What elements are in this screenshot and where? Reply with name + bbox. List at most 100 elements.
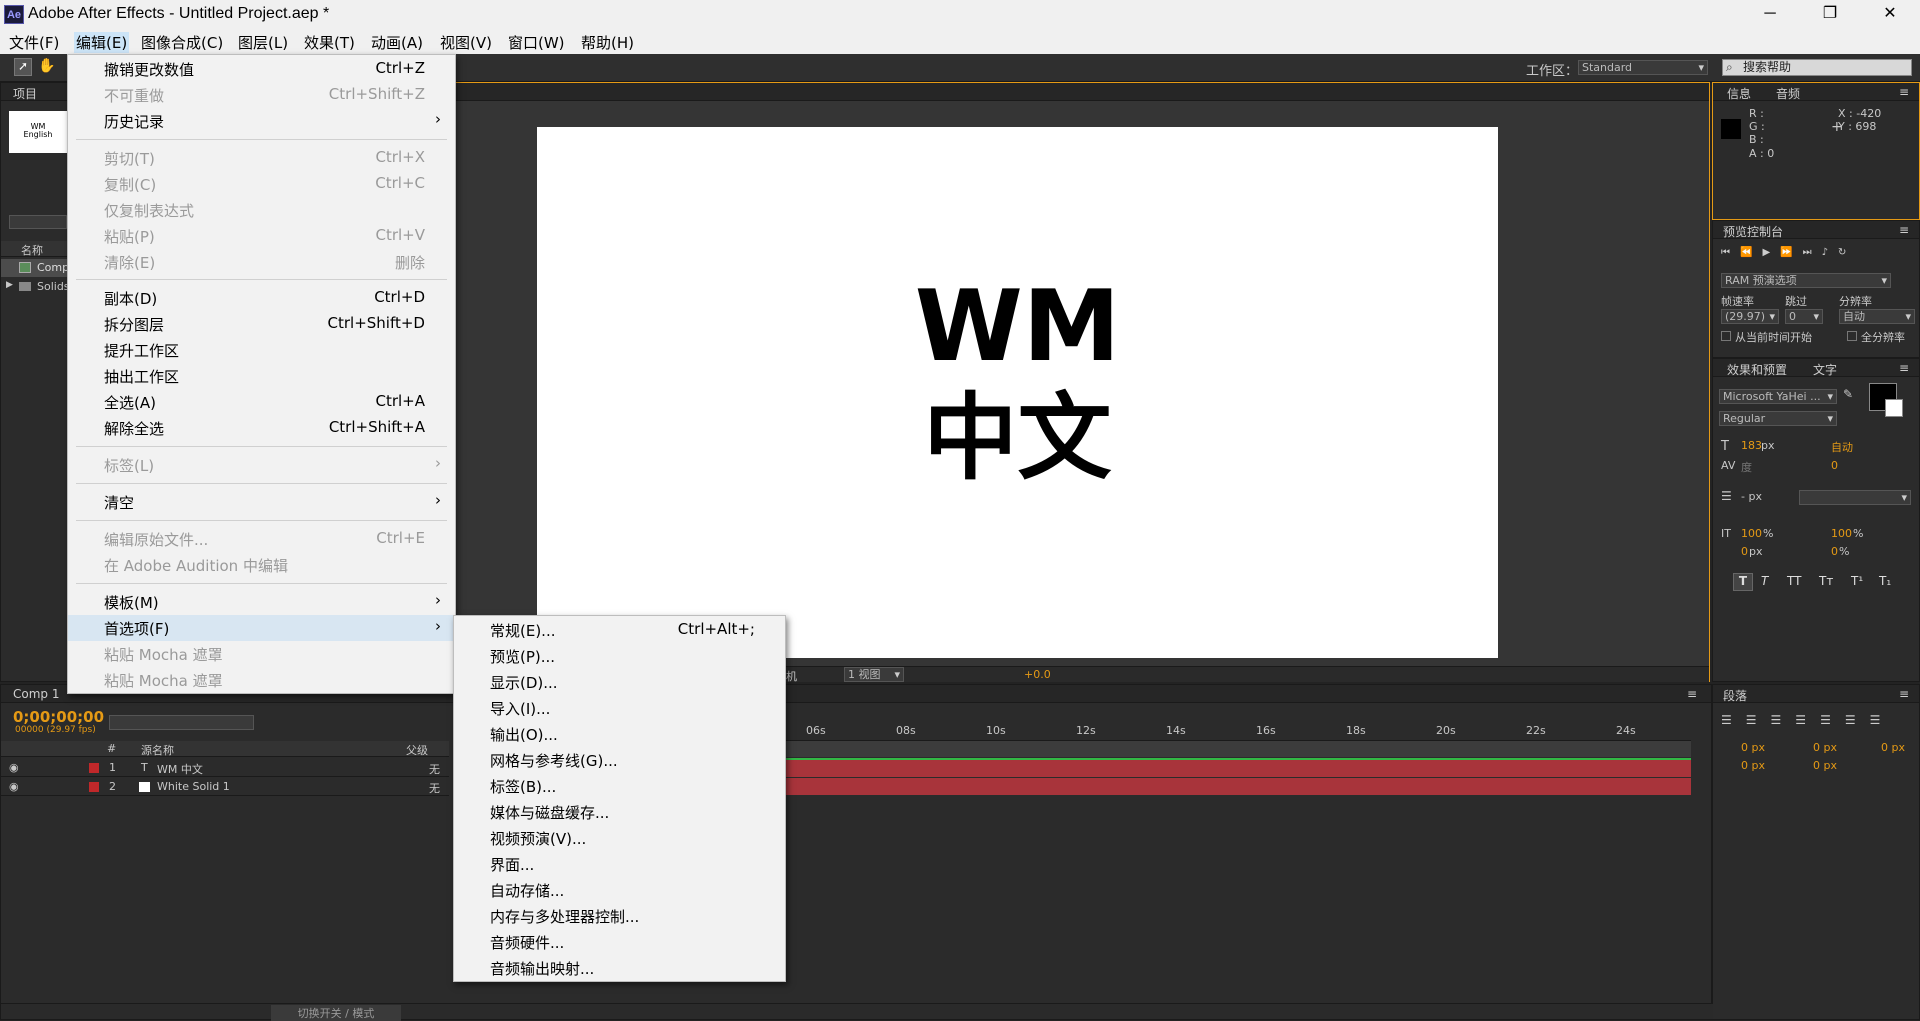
vertical-scale-value[interactable]: 100 (1741, 527, 1762, 540)
skip-select[interactable]: 0 (1785, 309, 1823, 324)
menu-animation[interactable]: 动画(A) (371, 32, 423, 53)
column-parent[interactable]: 父级 (406, 742, 428, 758)
ram-preview-options-select[interactable]: RAM 预演选项 (1721, 273, 1891, 288)
menu-item-pref-display[interactable]: 显示(D)... (454, 669, 785, 695)
justify-center-icon[interactable]: ☰ (1820, 713, 1845, 727)
font-family-select[interactable]: Microsoft YaHei ... (1719, 389, 1837, 404)
faux-italic-button[interactable]: T (1761, 574, 1768, 588)
menu-item-label[interactable]: 标签(L) › (68, 452, 455, 478)
justify-all-icon[interactable]: ☰ (1870, 713, 1895, 727)
loop-icon[interactable]: ↻ (1838, 247, 1856, 258)
tab-info[interactable]: 信息 (1727, 85, 1751, 102)
menu-item-preferences[interactable]: 首选项(F) › (68, 615, 455, 641)
menu-item-edit-in-audition[interactable]: 在 Adobe Audition 中编辑 (68, 552, 455, 578)
tracking-value[interactable]: 0 (1831, 459, 1838, 472)
tab-comp1[interactable]: Comp 1 (13, 687, 59, 701)
layer-parent[interactable]: 无 (429, 761, 440, 777)
menu-item-paste[interactable]: 粘贴(P) Ctrl+V (68, 223, 455, 249)
menu-item-clear[interactable]: 清除(E) 删除 (68, 249, 455, 275)
indent-left-value[interactable]: 0 px (1741, 741, 1765, 754)
layer-parent[interactable]: 无 (429, 780, 440, 796)
menu-item-pref-memory[interactable]: 内存与多处理器控制... (454, 903, 785, 929)
menu-item-pref-appearance[interactable]: 界面... (454, 851, 785, 877)
project-search-input[interactable] (9, 215, 67, 229)
menu-item-purge[interactable]: 清空 › (68, 489, 455, 515)
tab-effects-presets[interactable]: 效果和预置 (1727, 361, 1787, 378)
tab-audio[interactable]: 音频 (1776, 85, 1800, 102)
space-before-value[interactable]: 0 px (1741, 759, 1765, 772)
superscript-button[interactable]: T¹ (1851, 574, 1863, 588)
menu-file[interactable]: 文件(F) (9, 32, 59, 53)
time-ruler[interactable]: 06s 08s 10s 12s 14s 16s 18s 20s 22s 24s (786, 721, 1691, 741)
close-button[interactable]: ✕ (1860, 0, 1920, 29)
menu-item-lift-work-area[interactable]: 提升工作区 (68, 337, 455, 363)
justify-left-icon[interactable]: ☰ (1795, 713, 1820, 727)
menu-item-extract-work-area[interactable]: 抽出工作区 (68, 363, 455, 389)
menu-item-pref-video-preview[interactable]: 视频预演(V)... (454, 825, 785, 851)
next-frame-icon[interactable]: ⏩ (1780, 247, 1802, 258)
first-line-indent-value[interactable]: 0 px (1881, 741, 1905, 754)
layer-label-color[interactable] (89, 782, 99, 792)
stroke-width-value[interactable]: - px (1741, 490, 1762, 503)
menu-item-pref-auto-save[interactable]: 自动存储... (454, 877, 785, 903)
menu-composition[interactable]: 图像合成(C) (141, 32, 223, 53)
leading-value[interactable]: 自动 (1831, 439, 1853, 455)
eyedropper-icon[interactable]: ✎ (1843, 387, 1853, 401)
justify-right-icon[interactable]: ☰ (1845, 713, 1870, 727)
menu-item-history[interactable]: 历史记录 › (68, 108, 455, 134)
menu-item-pref-labels[interactable]: 标签(B)... (454, 773, 785, 799)
minimize-button[interactable]: ─ (1740, 0, 1800, 29)
menu-item-pref-import[interactable]: 导入(I)... (454, 695, 785, 721)
align-right-icon[interactable]: ☰ (1771, 713, 1796, 727)
menu-item-pref-audio-hardware[interactable]: 音频硬件... (454, 929, 785, 955)
menu-item-paste-mocha-mask[interactable]: 粘贴 Mocha 遮罩 (68, 641, 455, 667)
menu-item-split-layer[interactable]: 拆分图层 Ctrl+Shift+D (68, 311, 455, 337)
tab-text[interactable]: 文字 (1813, 361, 1837, 378)
menu-item-pref-media-cache[interactable]: 媒体与磁盘缓存... (454, 799, 785, 825)
panel-menu-icon[interactable]: ≡ (1899, 361, 1909, 375)
menu-item-deselect-all[interactable]: 解除全选 Ctrl+Shift+A (68, 415, 455, 441)
menu-item-edit-original[interactable]: 编辑原始文件... Ctrl+E (68, 526, 455, 552)
faux-bold-button[interactable]: T (1733, 573, 1753, 591)
menu-item-redo[interactable]: 不可重做 Ctrl+Shift+Z (68, 82, 455, 108)
menu-item-select-all[interactable]: 全选(A) Ctrl+A (68, 389, 455, 415)
workspace-select[interactable]: Standard (1578, 60, 1708, 75)
menu-help[interactable]: 帮助(H) (581, 32, 634, 53)
menu-item-paste-mocha-mask-2[interactable]: 粘贴 Mocha 遮罩 (68, 667, 455, 693)
kerning-value[interactable]: 度 (1741, 459, 1752, 475)
maximize-button[interactable]: ❐ (1800, 0, 1860, 29)
subscript-button[interactable]: T₁ (1879, 574, 1891, 588)
layer-1-duration-bar[interactable] (786, 760, 1691, 777)
panel-menu-icon[interactable]: ≡ (1899, 687, 1909, 701)
expand-arrow-icon[interactable]: ▶ (6, 280, 13, 290)
menu-item-pref-general[interactable]: 常规(E)... Ctrl+Alt+; (454, 617, 785, 643)
prev-frame-icon[interactable]: ⏪ (1740, 247, 1762, 258)
menu-item-copy[interactable]: 复制(C) Ctrl+C (68, 171, 455, 197)
view-layout-select[interactable]: 1 视图 (844, 667, 904, 682)
align-left-icon[interactable]: ☰ (1721, 713, 1746, 727)
horizontal-scale-value[interactable]: 100 (1831, 527, 1852, 540)
layer-row[interactable]: ◉ 1 T WM 中文 无 (1, 759, 449, 777)
all-caps-button[interactable]: TT (1787, 574, 1801, 588)
work-area-bar[interactable] (786, 741, 1691, 757)
first-frame-icon[interactable]: ⏮ (1721, 247, 1740, 258)
menu-layer[interactable]: 图层(L) (238, 32, 288, 53)
layer-label-color[interactable] (89, 763, 99, 773)
exposure-value[interactable]: +0.0 (1024, 668, 1051, 681)
tab-preview[interactable]: 预览控制台 (1723, 223, 1783, 240)
font-style-select[interactable]: Regular (1719, 411, 1837, 426)
font-size-value[interactable]: 183 (1741, 439, 1762, 452)
resolution-select[interactable]: 自动 (1839, 309, 1915, 324)
menu-item-duplicate[interactable]: 副本(D) Ctrl+D (68, 285, 455, 311)
menu-item-copy-expression[interactable]: 仅复制表达式 (68, 197, 455, 223)
timeline-search-input[interactable] (109, 715, 254, 730)
play-icon[interactable]: ▶ (1762, 247, 1780, 258)
tab-project[interactable]: 项目 (13, 85, 37, 102)
layer-name[interactable]: White Solid 1 (157, 780, 230, 793)
camera-select[interactable]: 机 (786, 668, 797, 684)
menu-effect[interactable]: 效果(T) (304, 32, 355, 53)
visibility-eye-icon[interactable]: ◉ (9, 780, 19, 793)
menu-item-pref-output[interactable]: 输出(O)... (454, 721, 785, 747)
menu-item-undo[interactable]: 撤销更改数值 Ctrl+Z (68, 56, 455, 82)
fps-select[interactable]: (29.97) (1721, 309, 1779, 324)
